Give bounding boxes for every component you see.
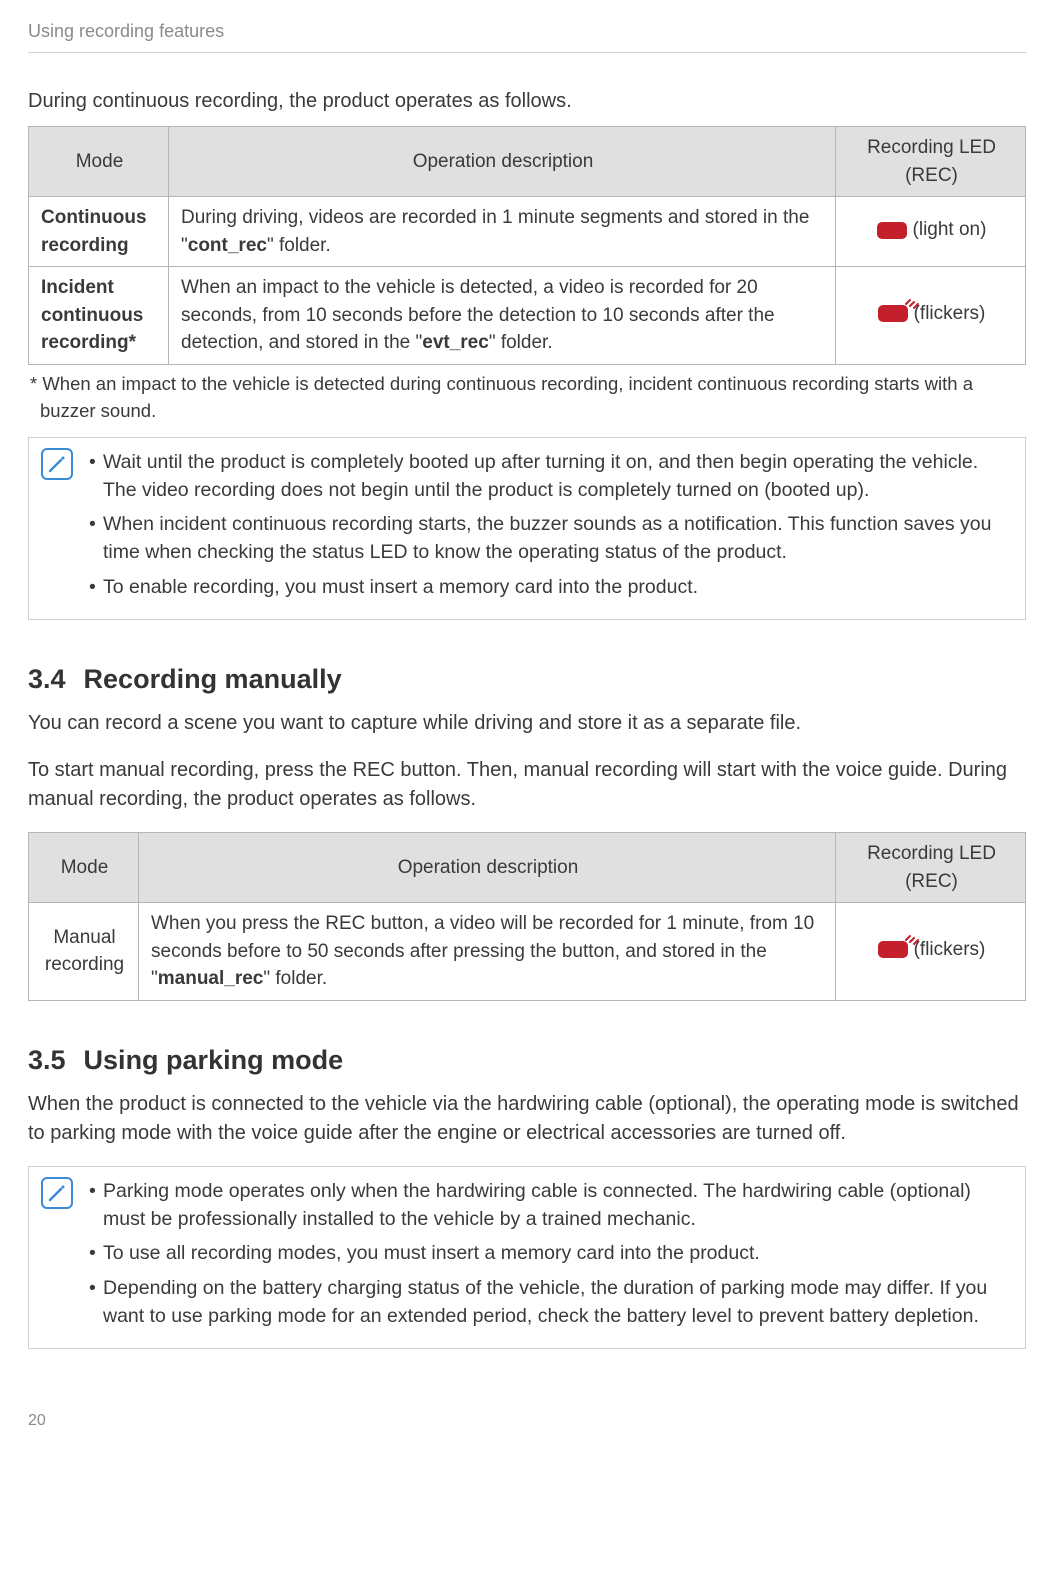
cell-led: (flickers) (836, 903, 1026, 1001)
th-mode: Mode (29, 833, 139, 903)
th-desc: Operation description (139, 833, 836, 903)
led-label: (light on) (913, 216, 987, 244)
table-row: Incident continuous recording* When an i… (29, 267, 1026, 365)
cell-desc: During driving, videos are recorded in 1… (169, 197, 836, 267)
manual-p2: To start manual recording, press the REC… (28, 756, 1026, 814)
cell-led: (flickers) (836, 267, 1026, 365)
cell-desc: When an impact to the vehicle is detecte… (169, 267, 836, 365)
th-led: Recording LED (REC) (836, 127, 1026, 197)
continuous-table: Mode Operation description Recording LED… (28, 126, 1026, 365)
parking-p1: When the product is connected to the veh… (28, 1090, 1026, 1148)
continuous-recording-section: During continuous recording, the product… (28, 87, 1026, 620)
table-row: Manual recording When you press the REC … (29, 903, 1026, 1001)
note-box: Parking mode operates only when the hard… (28, 1166, 1026, 1349)
manual-table: Mode Operation description Recording LED… (28, 832, 1026, 1001)
note-bullet: Parking mode operates only when the hard… (89, 1177, 1011, 1234)
cell-mode: Manual recording (29, 903, 139, 1001)
section-heading-3-5: 3.5Using parking mode (28, 1041, 1026, 1080)
cell-desc: When you press the REC button, a video w… (139, 903, 836, 1001)
led-label: (flickers) (914, 300, 986, 328)
note-bullet: To use all recording modes, you must ins… (89, 1239, 1011, 1267)
note-box: Wait until the product is completely boo… (28, 437, 1026, 620)
th-led: Recording LED (REC) (836, 833, 1026, 903)
note-bullet: Wait until the product is completely boo… (89, 448, 1011, 505)
th-mode: Mode (29, 127, 169, 197)
cell-mode: Continuous recording (29, 197, 169, 267)
note-bullet: To enable recording, you must insert a m… (89, 573, 1011, 601)
parking-mode-section: 3.5Using parking mode When the product i… (28, 1041, 1026, 1349)
table-row: Continuous recording During driving, vid… (29, 197, 1026, 267)
manual-recording-section: 3.4Recording manually You can record a s… (28, 660, 1026, 1001)
manual-p1: You can record a scene you want to captu… (28, 709, 1026, 738)
cell-mode: Incident continuous recording* (29, 267, 169, 365)
note-bullet: When incident continuous recording start… (89, 510, 1011, 567)
note-icon (41, 1177, 73, 1209)
footnote: * When an impact to the vehicle is detec… (38, 371, 1026, 425)
rec-led-icon (877, 222, 907, 239)
th-desc: Operation description (169, 127, 836, 197)
led-label: (flickers) (914, 936, 986, 964)
page-number: 20 (28, 1409, 1026, 1432)
cell-led: (light on) (836, 197, 1026, 267)
page-header: Using recording features (28, 18, 1026, 53)
note-bullet: Depending on the battery charging status… (89, 1274, 1011, 1331)
note-icon (41, 448, 73, 480)
continuous-intro: During continuous recording, the product… (28, 87, 1026, 116)
section-heading-3-4: 3.4Recording manually (28, 660, 1026, 699)
